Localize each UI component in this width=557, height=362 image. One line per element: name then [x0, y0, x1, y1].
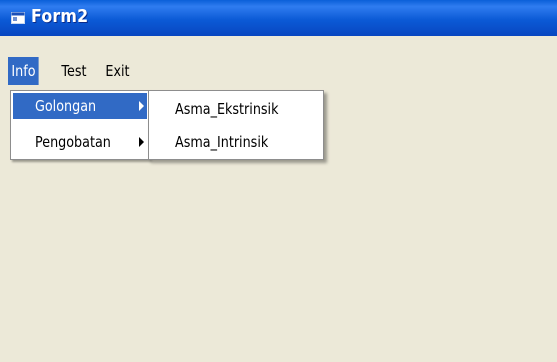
golongan-submenu: Asma_Ekstrinsik Asma_Intrinsik [148, 90, 324, 160]
app-window-icon [11, 12, 25, 24]
menu-exit[interactable]: Exit [102, 57, 133, 85]
form2-window: Form2 Info Test Exit Golongan Pengobatan… [0, 0, 557, 362]
submenu-arrow-icon [139, 137, 144, 147]
menu-item-pengobatan[interactable]: Pengobatan [13, 129, 147, 155]
menu-item-asma-ekstrinsik[interactable]: Asma_Ekstrinsik [175, 96, 279, 122]
menu-info[interactable]: Info [8, 57, 39, 85]
submenu-arrow-icon [139, 101, 144, 111]
menu-item-golongan[interactable]: Golongan [13, 93, 147, 119]
menu-item-asma-intrinsik[interactable]: Asma_Intrinsik [175, 129, 268, 155]
menu-item-golongan-label: Golongan [35, 97, 97, 115]
window-title: Form2 [31, 6, 89, 27]
info-dropdown-menu: Golongan Pengobatan [10, 90, 150, 160]
menu-test[interactable]: Test [58, 57, 90, 85]
title-bar[interactable]: Form2 [0, 0, 557, 36]
menu-item-pengobatan-label: Pengobatan [35, 133, 111, 151]
menu-bar: Info Test Exit [0, 57, 557, 85]
